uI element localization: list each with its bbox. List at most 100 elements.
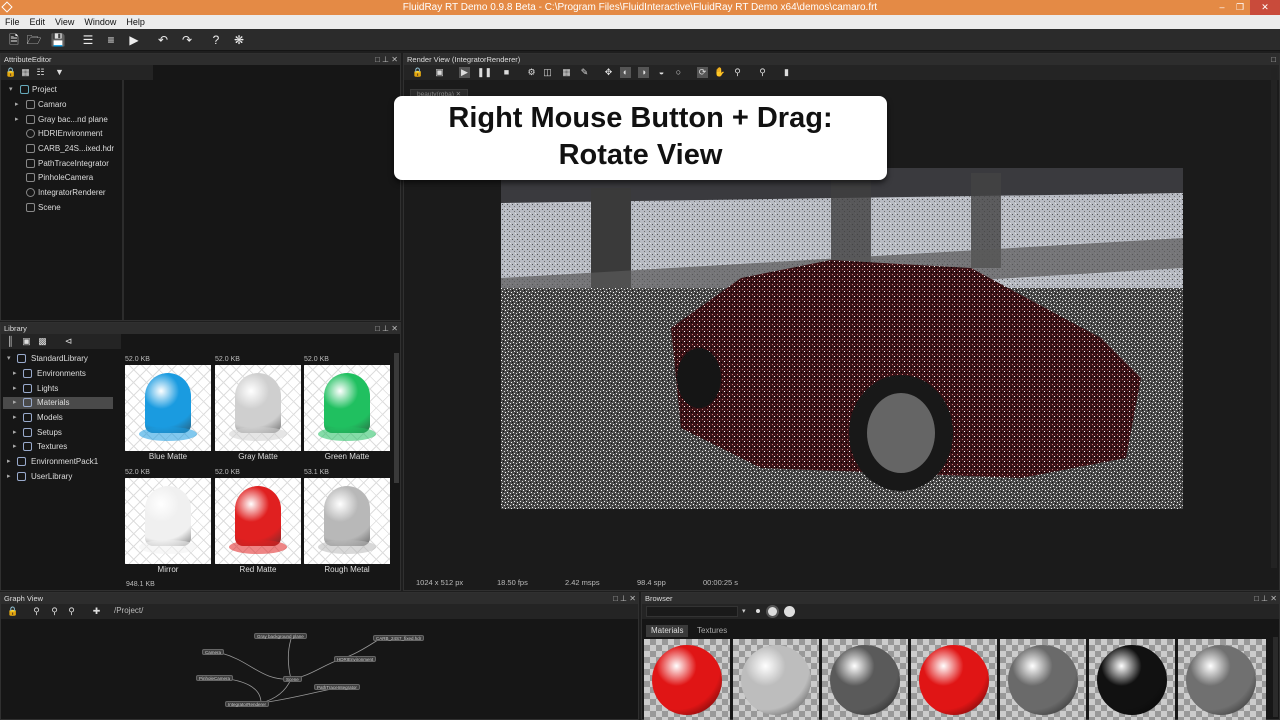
close-icon[interactable]: ✕ xyxy=(1250,0,1280,15)
export-icon[interactable]: ▩ xyxy=(37,336,48,347)
graph-node[interactable]: PathTraceIntegrator xyxy=(314,684,360,690)
close-panel-icon[interactable]: ✕ xyxy=(391,323,398,334)
render-image[interactable] xyxy=(501,168,1183,509)
rotate-icon[interactable]: ⟳ xyxy=(697,67,708,78)
zoom-in-icon[interactable]: ⚲ xyxy=(31,606,42,617)
library-books-icon[interactable]: ║ xyxy=(5,336,16,347)
render-scrollbar[interactable] xyxy=(1271,68,1277,568)
restore-icon[interactable]: ❐ xyxy=(1231,0,1249,15)
material-item[interactable]: 52.0 KB Green Matte xyxy=(304,355,390,463)
tree-item-materials[interactable]: ▸ Materials xyxy=(3,397,113,409)
pin-icon[interactable]: ⊥ xyxy=(382,323,389,334)
float-icon[interactable]: □ xyxy=(1271,54,1276,65)
settings-icon[interactable]: ⚙ xyxy=(526,67,537,78)
size-small-icon[interactable] xyxy=(756,609,760,613)
save-icon[interactable]: ▣ xyxy=(21,336,32,347)
pause-icon[interactable]: ❚❚ xyxy=(477,67,492,78)
open-folder-icon[interactable]: 🗁 xyxy=(26,32,42,48)
size-large-icon[interactable] xyxy=(784,606,795,617)
menu-file[interactable]: File xyxy=(0,15,25,29)
zoom-icon[interactable]: ⚲ xyxy=(732,67,743,78)
move-icon[interactable]: ✥ xyxy=(603,67,614,78)
view-mode-3-icon[interactable]: ◒ xyxy=(656,67,667,78)
material-swatch[interactable] xyxy=(733,639,819,720)
float-icon[interactable]: □ xyxy=(375,54,380,65)
focus-icon[interactable]: ⚲ xyxy=(757,67,768,78)
graph-node[interactable]: IntegratorRenderer xyxy=(225,701,270,707)
paint-icon[interactable]: ✎ xyxy=(579,67,590,78)
close-panel-icon[interactable]: ✕ xyxy=(629,593,636,604)
material-item[interactable]: 52.0 KB Gray Matte xyxy=(215,355,301,463)
splitter[interactable] xyxy=(122,80,124,320)
float-icon[interactable]: □ xyxy=(375,323,380,334)
graph-node[interactable]: PinholeCamera xyxy=(196,675,234,681)
info-icon[interactable]: ▮ xyxy=(781,67,792,78)
pin-icon[interactable]: ⊥ xyxy=(1261,593,1268,604)
library-scrollbar[interactable] xyxy=(394,353,399,483)
stop-icon[interactable]: ■ xyxy=(501,67,512,78)
view-mode-2-icon[interactable]: ◑ xyxy=(638,67,649,78)
menu-help[interactable]: Help xyxy=(121,15,150,29)
lock-icon[interactable]: 🔒 xyxy=(5,67,16,78)
close-panel-icon[interactable]: ✕ xyxy=(1270,593,1277,604)
material-swatch[interactable] xyxy=(822,639,908,720)
lock-icon[interactable]: 🔒 xyxy=(7,606,18,617)
menu-window[interactable]: Window xyxy=(79,15,121,29)
material-swatch[interactable] xyxy=(911,639,997,720)
undo-icon[interactable]: ↶ xyxy=(155,32,171,48)
help-icon[interactable]: ? xyxy=(208,32,224,48)
material-item[interactable]: 52.0 KB Mirror xyxy=(125,468,211,576)
filter-icon[interactable]: ▼ xyxy=(54,67,65,78)
material-item[interactable]: 53.1 KB Rough Metal xyxy=(304,468,390,576)
browser-scrollbar[interactable] xyxy=(1273,637,1278,717)
graph-node[interactable]: Gray background plane xyxy=(254,633,307,639)
float-icon[interactable]: □ xyxy=(613,593,618,604)
tab-textures[interactable]: Textures xyxy=(692,625,732,637)
layers-icon[interactable]: ☰ xyxy=(80,32,96,48)
lock-icon[interactable]: 🔒 xyxy=(412,67,423,78)
render-play-icon[interactable]: ▶ xyxy=(126,32,142,48)
material-swatch[interactable] xyxy=(644,639,730,720)
tone-icon[interactable]: ◫ xyxy=(542,67,553,78)
tab-materials[interactable]: Materials xyxy=(646,625,689,637)
browser-search-input[interactable] xyxy=(646,606,738,617)
graph-node[interactable]: CARB_24S7_fixed.hdr xyxy=(373,635,425,641)
camera-icon[interactable]: ▣ xyxy=(434,67,445,78)
pin-icon[interactable]: ⊥ xyxy=(620,593,627,604)
material-swatch[interactable] xyxy=(1000,639,1086,720)
material-swatch[interactable] xyxy=(1178,639,1266,720)
graph-node[interactable]: Scene xyxy=(283,676,302,682)
bug-icon[interactable]: ❋ xyxy=(231,32,247,48)
material-thumbnail xyxy=(304,365,390,451)
grid-icon[interactable]: ▦ xyxy=(20,67,31,78)
material-item[interactable]: 52.0 KB Blue Matte xyxy=(125,355,211,463)
dropdown-icon[interactable]: ▾ xyxy=(742,607,746,615)
graph-node[interactable]: HDRIEnvironment xyxy=(334,656,377,662)
minimize-icon[interactable]: – xyxy=(1213,0,1231,15)
menu-edit[interactable]: Edit xyxy=(25,15,51,29)
menu-view[interactable]: View xyxy=(50,15,79,29)
pan-hand-icon[interactable]: ✋ xyxy=(714,67,725,78)
view-mode-1-icon[interactable]: ◐ xyxy=(620,67,631,78)
grid-icon[interactable]: ▦ xyxy=(561,67,572,78)
share-icon[interactable]: ⊲ xyxy=(63,336,74,347)
zoom-out-icon[interactable]: ⚲ xyxy=(49,606,60,617)
float-icon[interactable]: □ xyxy=(1254,593,1259,604)
settings-sliders-icon[interactable]: ≡ xyxy=(103,32,119,48)
graph-node[interactable]: Camera xyxy=(202,649,225,655)
zoom-fit-icon[interactable]: ⚲ xyxy=(66,606,77,617)
new-file-icon[interactable]: 🗎 xyxy=(6,32,22,48)
size-medium-icon[interactable] xyxy=(768,607,777,616)
redo-icon[interactable]: ↷ xyxy=(179,32,195,48)
close-panel-icon[interactable]: ✕ xyxy=(391,54,398,65)
save-icon[interactable]: 💾 xyxy=(50,32,66,48)
status-time: 00:00:25 s xyxy=(703,578,739,587)
hierarchy-icon[interactable]: ☷ xyxy=(35,67,46,78)
circle-icon[interactable]: ○ xyxy=(673,67,684,78)
library-panel: Library □ ⊥ ✕ ║ ▣ ▩ ⊲ ▾ StandardLibrary ▸… xyxy=(0,322,401,591)
play-icon[interactable]: ▶ xyxy=(459,67,470,78)
material-item[interactable]: 52.0 KB Red Matte xyxy=(215,468,301,576)
material-swatch[interactable] xyxy=(1089,639,1175,720)
pin-icon[interactable]: ⊥ xyxy=(382,54,389,65)
add-node-icon[interactable]: ✚ xyxy=(91,606,102,617)
